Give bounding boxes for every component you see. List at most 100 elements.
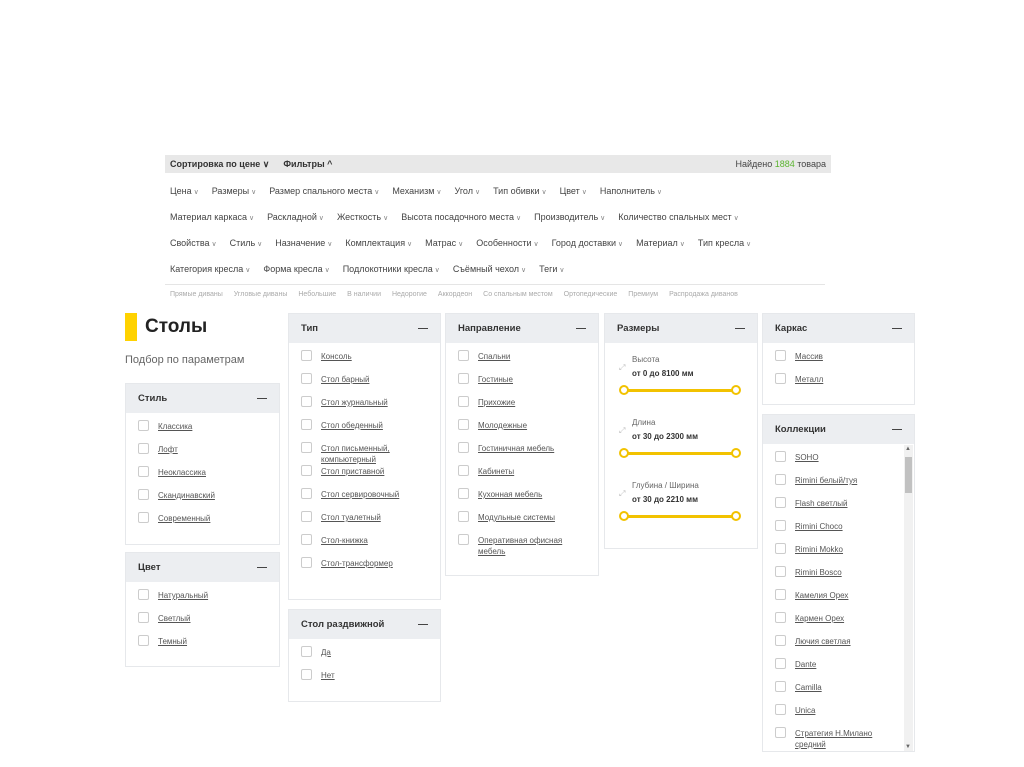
option-link[interactable]: Кабинеты <box>478 466 514 477</box>
slider-handle-min[interactable] <box>619 385 629 395</box>
sort-by-price-button[interactable]: Сортировка по цене ∨ <box>170 159 269 170</box>
option-link[interactable]: Да <box>321 647 331 658</box>
collapse-minus-icon[interactable] <box>418 328 428 329</box>
filter-option[interactable]: Camilla <box>775 681 904 705</box>
checkbox[interactable] <box>775 373 786 384</box>
filter-option[interactable]: Кухонная мебель <box>458 488 588 512</box>
option-link[interactable]: Спальни <box>478 351 510 362</box>
checkbox[interactable] <box>458 419 469 430</box>
filter-option[interactable]: Гостиничная мебель <box>458 442 588 466</box>
filter-option[interactable]: Камелия Орех <box>775 589 904 613</box>
checkbox[interactable] <box>138 420 149 431</box>
filter-option[interactable]: Стол обеденный <box>301 419 430 443</box>
option-link[interactable]: Лючия светлая <box>795 636 851 647</box>
checkbox[interactable] <box>458 373 469 384</box>
filter-option[interactable]: Светлый <box>138 612 269 636</box>
checkbox[interactable] <box>458 396 469 407</box>
checkbox[interactable] <box>775 704 786 715</box>
option-link[interactable]: Молодежные <box>478 420 527 431</box>
option-link[interactable]: Металл <box>795 374 823 385</box>
checkbox[interactable] <box>301 396 312 407</box>
filter-dropdown[interactable]: Размер спального места <box>269 186 379 196</box>
option-link[interactable]: Светлый <box>158 613 191 624</box>
option-link[interactable]: Стол-книжка <box>321 535 368 546</box>
panel-header[interactable]: Каркас <box>763 314 914 343</box>
slider-handle-max[interactable] <box>731 448 741 458</box>
filter-dropdown[interactable]: Назначение <box>275 238 332 248</box>
filter-option[interactable]: Стол письменный, компьютерный <box>301 442 430 466</box>
filter-option[interactable]: Стол-трансформер <box>301 557 430 581</box>
quick-tag-link[interactable]: Аккордеон <box>438 291 472 298</box>
option-link[interactable]: Camilla <box>795 682 822 693</box>
filter-option[interactable]: Гостиные <box>458 373 588 397</box>
collapse-minus-icon[interactable] <box>257 567 267 568</box>
option-link[interactable]: Стол обеденный <box>321 420 383 431</box>
filter-option[interactable]: Стол-книжка <box>301 534 430 558</box>
checkbox[interactable] <box>458 488 469 499</box>
slider-handle-min[interactable] <box>619 511 629 521</box>
checkbox[interactable] <box>301 419 312 430</box>
filter-option[interactable]: Неоклассика <box>138 466 269 490</box>
checkbox[interactable] <box>458 350 469 361</box>
filter-dropdown[interactable]: Комплектация <box>345 238 412 248</box>
filter-dropdown[interactable]: Подлокотники кресла <box>343 264 440 274</box>
checkbox[interactable] <box>775 566 786 577</box>
checkbox[interactable] <box>301 511 312 522</box>
filter-option[interactable]: Темный <box>138 635 269 659</box>
option-link[interactable]: Rimini Mokko <box>795 544 843 555</box>
quick-tag-link[interactable]: Распродажа диванов <box>669 291 738 298</box>
option-link[interactable]: Камелия Орех <box>795 590 848 601</box>
filter-dropdown[interactable]: Угол <box>455 186 481 196</box>
option-link[interactable]: Темный <box>158 636 187 647</box>
scroll-down-icon[interactable]: ▼ <box>905 744 911 750</box>
collapse-minus-icon[interactable] <box>576 328 586 329</box>
filter-option[interactable]: Кармен Орех <box>775 612 904 636</box>
checkbox[interactable] <box>301 646 312 657</box>
panel-header[interactable]: Тип <box>289 314 440 343</box>
filter-dropdown[interactable]: Размеры <box>212 186 256 196</box>
panel-header[interactable]: Направление <box>446 314 598 343</box>
checkbox[interactable] <box>458 511 469 522</box>
filter-option[interactable]: Dante <box>775 658 904 682</box>
panel-header[interactable]: Коллекции <box>763 415 914 444</box>
collapse-minus-icon[interactable] <box>735 328 745 329</box>
filter-option[interactable]: Кабинеты <box>458 465 588 489</box>
filters-toggle-button[interactable]: Фильтры ^ <box>283 159 332 169</box>
option-link[interactable]: Массив <box>795 351 823 362</box>
range-slider[interactable] <box>619 448 741 458</box>
filter-dropdown[interactable]: Матрас <box>425 238 463 248</box>
checkbox[interactable] <box>301 350 312 361</box>
scrollbar[interactable]: ▲ ▼ <box>904 445 913 751</box>
slider-handle-max[interactable] <box>731 511 741 521</box>
filter-option[interactable]: Нет <box>301 669 430 693</box>
filter-option[interactable]: Rimini Bosco <box>775 566 904 590</box>
checkbox[interactable] <box>775 350 786 361</box>
option-link[interactable]: Rimini белый/туя <box>795 475 857 486</box>
filter-dropdown[interactable]: Свойства <box>170 238 217 248</box>
quick-tag-link[interactable]: Прямые диваны <box>170 291 223 298</box>
checkbox[interactable] <box>138 612 149 623</box>
checkbox[interactable] <box>138 512 149 523</box>
option-link[interactable]: Flash светлый <box>795 498 848 509</box>
filter-dropdown[interactable]: Высота посадочного места <box>401 212 521 222</box>
checkbox[interactable] <box>301 534 312 545</box>
filter-option[interactable]: Стол сервировочный <box>301 488 430 512</box>
filter-option[interactable]: Стол приставной <box>301 465 430 489</box>
filter-dropdown[interactable]: Механизм <box>392 186 441 196</box>
checkbox[interactable] <box>138 466 149 477</box>
option-link[interactable]: Стол журнальный <box>321 397 388 408</box>
option-link[interactable]: Стол приставной <box>321 466 384 477</box>
checkbox[interactable] <box>138 589 149 600</box>
filter-option[interactable]: Оперативная офисная мебель <box>458 534 588 558</box>
checkbox[interactable] <box>775 520 786 531</box>
panel-header[interactable]: Цвет <box>126 553 279 582</box>
checkbox[interactable] <box>301 465 312 476</box>
filter-option[interactable]: Классика <box>138 420 269 444</box>
quick-tag-link[interactable]: Премиум <box>628 291 658 298</box>
option-link[interactable]: Гостиничная мебель <box>478 443 554 454</box>
option-link[interactable]: Классика <box>158 421 192 432</box>
filter-option[interactable]: Стол туалетный <box>301 511 430 535</box>
option-link[interactable]: Оперативная офисная мебель <box>478 535 588 557</box>
checkbox[interactable] <box>458 534 469 545</box>
checkbox[interactable] <box>301 373 312 384</box>
